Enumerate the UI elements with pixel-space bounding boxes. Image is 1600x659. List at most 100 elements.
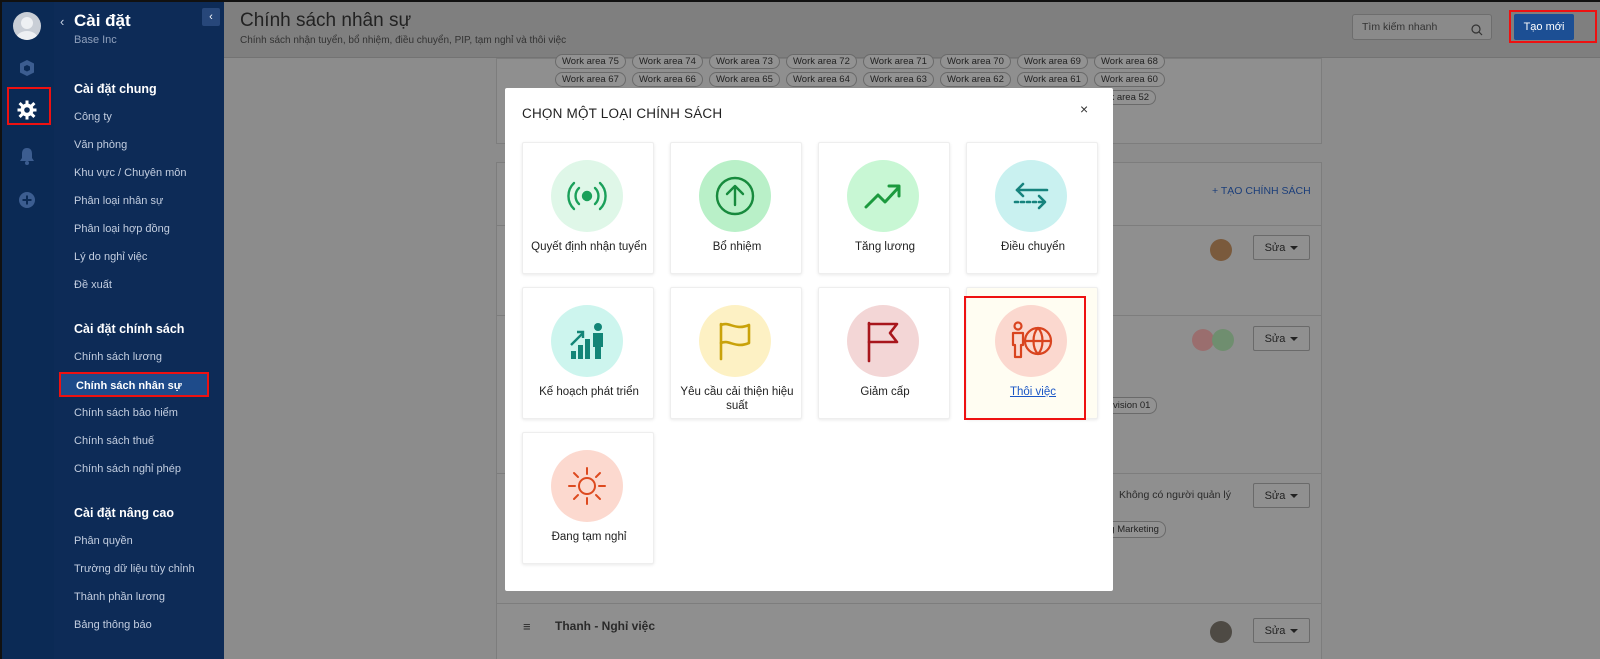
option-label: Kế hoạch phát triển [539, 386, 639, 398]
option-label: Quyết định nhận tuyển [531, 241, 647, 253]
work-area-chip: Work area 69 [1017, 54, 1088, 69]
edit-label: Sửa [1264, 332, 1286, 345]
transfer-arrows-icon [995, 160, 1067, 232]
edit-button[interactable]: Sửa [1253, 483, 1310, 508]
edit-label: Sửa [1264, 624, 1286, 637]
option-label: Điều chuyển [1001, 241, 1065, 253]
option-transfer[interactable]: Điều chuyển [966, 142, 1098, 274]
drag-handle-icon[interactable]: ≡ [523, 619, 531, 634]
sidebar-item-custom-fields[interactable]: Trường dữ liệu tùy chỉnh [74, 563, 195, 575]
create-new-button[interactable]: Tạo mới [1514, 14, 1574, 40]
no-manager-text: Không có người quản lý [1119, 489, 1231, 501]
user-avatar[interactable] [13, 12, 41, 40]
sun-icon [551, 450, 623, 522]
sidebar-item-proposal[interactable]: Đề xuất [74, 279, 112, 291]
add-circle-icon[interactable] [16, 189, 38, 211]
search-icon [1471, 21, 1483, 45]
icon-rail [2, 2, 54, 659]
close-icon[interactable]: × [1080, 101, 1088, 117]
choose-policy-modal: CHỌN MỘT LOẠI CHÍNH SÁCH × Quyết định nh… [505, 88, 1113, 591]
option-demotion[interactable]: Giảm cấp [818, 287, 950, 419]
flag-icon [847, 305, 919, 377]
plus-icon: + [1212, 185, 1221, 197]
collapse-sidebar-button[interactable]: ‹ [202, 8, 220, 26]
sidebar-item-permissions[interactable]: Phân quyền [74, 535, 133, 547]
work-area-chip: Work area 61 [1017, 72, 1088, 87]
avatar [1192, 329, 1214, 351]
modal-title: CHỌN MỘT LOẠI CHÍNH SÁCH [522, 106, 723, 121]
sidebar-item-tax-policy[interactable]: Chính sách thuế [74, 435, 154, 447]
caret-down-icon [1290, 336, 1299, 341]
edit-button[interactable]: Sửa [1253, 618, 1310, 643]
sidebar-item-leave-policy[interactable]: Chính sách nghỉ phép [74, 463, 181, 475]
gear-icon[interactable] [16, 99, 38, 121]
option-development-plan[interactable]: Kế hoạch phát triển [522, 287, 654, 419]
work-area-chip: Work area 70 [940, 54, 1011, 69]
work-area-chip: Work area 73 [709, 54, 780, 69]
sidebar-item-insurance-policy[interactable]: Chính sách bảo hiểm [74, 407, 178, 419]
group-policy: Cài đặt chính sách [74, 322, 185, 336]
option-label: Đang tạm nghỉ [551, 531, 627, 543]
option-salary-raise[interactable]: Tăng lương [818, 142, 950, 274]
work-area-chip: Work area 62 [940, 72, 1011, 87]
work-area-chip: Work area 66 [632, 72, 703, 87]
edit-button[interactable]: Sửa [1253, 326, 1310, 351]
caret-down-icon [1290, 245, 1299, 250]
back-chevron-icon[interactable]: ‹ [60, 14, 64, 29]
broadcast-icon [551, 160, 623, 232]
cube-icon[interactable] [16, 57, 38, 79]
sidebar-item-notice-board[interactable]: Bảng thông báo [74, 619, 152, 631]
sidebar-item-company[interactable]: Công ty [74, 111, 112, 123]
quick-search-input[interactable]: Tìm kiếm nhanh [1352, 14, 1492, 40]
sidebar-item-hr-policy[interactable]: Chính sách nhân sự [59, 372, 209, 397]
work-area-chip: Work area 74 [632, 54, 703, 69]
sidebar-item-office[interactable]: Văn phòng [74, 139, 127, 151]
group-advanced: Cài đặt nâng cao [74, 506, 175, 520]
option-appointment[interactable]: Bổ nhiệm [670, 142, 802, 274]
policy-title: Thanh - Nghỉ việc [555, 619, 656, 633]
growth-person-icon [551, 305, 623, 377]
option-label: Giảm cấp [860, 386, 910, 398]
avatar [1210, 621, 1232, 643]
trending-up-icon [847, 160, 919, 232]
option-label: Tăng lương [855, 241, 915, 253]
edit-label: Sửa [1264, 489, 1286, 502]
avatar [1212, 329, 1234, 351]
work-area-chip: Work area 65 [709, 72, 780, 87]
arrow-up-circle-icon [699, 160, 771, 232]
caret-down-icon [1290, 628, 1299, 633]
selection-highlight [964, 296, 1086, 420]
option-performance-improvement[interactable]: Yêu cầu cải thiện hiệu suất [670, 287, 802, 419]
create-policy-label: TẠO CHÍNH SÁCH [1220, 185, 1311, 197]
sidebar-item-salary-components[interactable]: Thành phần lương [74, 591, 165, 603]
option-label: Yêu cầu cải thiện hiệu suất [680, 386, 794, 412]
work-area-chip: Work area 75 [555, 54, 626, 69]
option-label: Bổ nhiệm [712, 241, 762, 253]
work-area-chip: Work area 72 [786, 54, 857, 69]
company-name: Base Inc [74, 34, 117, 46]
settings-sidebar: ‹ Cài đặt Base Inc ‹ Cài đặt chung Công … [54, 2, 224, 659]
work-area-chip: Work area 68 [1094, 54, 1165, 69]
sidebar-item-contract-type[interactable]: Phân loại hợp đồng [74, 223, 170, 235]
work-area-chip: Work area 63 [863, 72, 934, 87]
option-recruitment-decision[interactable]: Quyết định nhận tuyển [522, 142, 654, 274]
work-area-chip: Work area 71 [863, 54, 934, 69]
page-title: Chính sách nhân sự [240, 10, 412, 31]
sidebar-item-salary-policy[interactable]: Chính sách lương [74, 351, 162, 363]
bell-icon[interactable] [16, 145, 38, 167]
create-policy-link[interactable]: + TẠO CHÍNH SÁCH [1212, 185, 1311, 197]
edit-label: Sửa [1264, 241, 1286, 254]
group-general: Cài đặt chung [74, 82, 157, 96]
sidebar-title: Cài đặt [74, 11, 131, 30]
work-area-chip: Work area 60 [1094, 72, 1165, 87]
option-temporary-leave[interactable]: Đang tạm nghỉ [522, 432, 654, 564]
search-placeholder: Tìm kiếm nhanh [1362, 21, 1438, 33]
edit-button[interactable]: Sửa [1253, 235, 1310, 260]
sidebar-item-staff-type[interactable]: Phân loại nhân sự [74, 195, 163, 207]
sidebar-item-leave-reason[interactable]: Lý do nghỉ việc [74, 251, 147, 263]
avatar [1210, 239, 1232, 261]
sidebar-item-area[interactable]: Khu vực / Chuyên môn [74, 167, 187, 179]
work-area-chip: Work area 67 [555, 72, 626, 87]
caret-down-icon [1290, 493, 1299, 498]
page-header: Chính sách nhân sự Chính sách nhận tuyển… [224, 2, 1600, 58]
